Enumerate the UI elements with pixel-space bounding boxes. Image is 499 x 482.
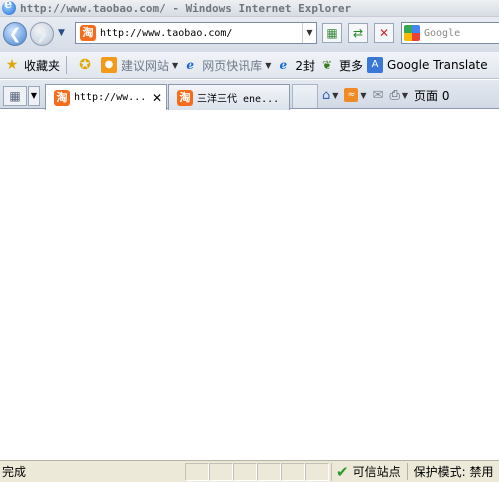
refresh-button[interactable]: ⇄ — [348, 23, 368, 43]
chevron-down-icon: ▼ — [172, 60, 179, 70]
home-button[interactable]: ⌂ ▼ — [322, 88, 338, 103]
command-bar: ⌂ ▼ ≈ ▼ ✉ ⎙ ▼ 页面 0 — [322, 84, 456, 106]
chevron-down-icon: ▼ — [360, 90, 367, 100]
address-dropdown-button[interactable]: ▼ — [302, 23, 316, 43]
tab-taobao[interactable]: 淘 http://ww... ✕ — [45, 84, 167, 110]
favorites-bar: ★ 收藏夹 ✪ ● 建议网站 ▼ e 网页快讯库 ▼ e 2封 ❦ 更多 A G… — [0, 52, 499, 79]
status-pane — [233, 462, 257, 481]
search-placeholder: Google — [424, 27, 461, 39]
status-pane — [305, 462, 329, 481]
window-title: http://www.taobao.com/ - Windows Interne… — [20, 1, 352, 15]
printer-icon: ⎙ — [389, 87, 400, 103]
mail-icon: ✉ — [372, 87, 384, 103]
favorite-item-suggested-sites[interactable]: ● 建议网站 ▼ — [101, 57, 178, 74]
favorite-item-label: Google Translate — [387, 58, 488, 72]
print-button[interactable]: ⎙ ▼ — [389, 88, 408, 103]
leaf-icon: ❦ — [321, 58, 333, 72]
favorites-button[interactable]: ★ 收藏夹 — [4, 57, 60, 74]
status-bar: 完成 ✔ 可信站点 保护模式: 禁用 — [0, 460, 499, 482]
add-favorite-icon: ✪ — [79, 57, 91, 73]
tab-label: http://ww... — [74, 92, 147, 103]
recent-pages-dropdown[interactable]: ▼ — [58, 28, 65, 38]
favorite-item-web-slice-gallery[interactable]: e 网页快讯库 ▼ — [182, 57, 271, 74]
home-icon: ⌂ — [322, 87, 331, 103]
add-to-favorites-button[interactable]: ✪ — [77, 57, 97, 73]
tab-list-dropdown[interactable]: ▼ — [28, 86, 40, 106]
chevron-down-icon: ▼ — [332, 90, 339, 100]
quick-tabs-button[interactable]: ▦ — [3, 86, 27, 106]
tab-label: 三洋三代 ene... — [197, 94, 280, 105]
favorite-item-label: 建议网站 — [121, 58, 170, 73]
read-mail-button[interactable]: ✉ — [373, 88, 384, 103]
tab-sanyo[interactable]: 淘 三洋三代 ene... — [168, 84, 290, 110]
page-menu[interactable]: 页面 0 — [414, 87, 449, 104]
search-input[interactable]: Google — [401, 22, 499, 44]
google-translate-icon: A — [367, 57, 384, 73]
taobao-favicon-icon: 淘 — [177, 89, 193, 106]
checkmark-icon: ✔ — [336, 462, 349, 481]
favorite-item-label: 网页快讯库 — [202, 58, 263, 73]
status-text: 完成 — [2, 465, 27, 479]
tab-bar: ▦ ▼ 淘 http://ww... ✕ 淘 三洋三代 ene... ⌂ ▼ ≈… — [0, 80, 499, 110]
star-icon: ★ — [5, 57, 19, 73]
stop-button[interactable]: ✕ — [374, 23, 394, 43]
favorite-item-label: 2封 — [295, 58, 315, 73]
separator — [66, 56, 68, 74]
taobao-favicon-icon: 淘 — [80, 25, 96, 41]
google-icon — [404, 25, 420, 41]
taobao-favicon-icon: 淘 — [54, 89, 70, 106]
suggested-sites-icon: ● — [101, 57, 118, 73]
new-tab-button[interactable] — [292, 84, 318, 108]
status-pane — [209, 462, 233, 481]
status-pane — [185, 462, 209, 481]
address-toolbar: ❮ ❯ ▼ 淘 http://www.taobao.com/ ▼ ▦ ⇄ ✕ G… — [0, 17, 499, 52]
favorite-item-google-translate[interactable]: A Google Translate — [367, 57, 488, 73]
close-icon[interactable]: ✕ — [152, 91, 162, 105]
favorite-item-mail[interactable]: e 2封 — [275, 57, 315, 74]
address-field[interactable]: 淘 http://www.taobao.com/ ▼ — [75, 22, 317, 44]
feeds-button[interactable]: ≈ ▼ — [344, 88, 367, 102]
protected-mode-label: 保护模式: 禁用 — [406, 463, 493, 480]
favorite-item-label: 更多 — [339, 58, 364, 73]
compatibility-view-button[interactable]: ▦ — [322, 23, 342, 43]
favorite-item-more[interactable]: ❦ 更多 — [319, 57, 363, 74]
status-pane — [281, 462, 305, 481]
chevron-down-icon: ▼ — [401, 90, 409, 100]
ie-icon: e — [186, 58, 194, 72]
page-content-area[interactable] — [0, 110, 499, 460]
title-bar: http://www.taobao.com/ - Windows Interne… — [0, 0, 499, 17]
forward-button[interactable]: ❯ — [30, 22, 54, 46]
zone-label: 可信站点 — [352, 465, 401, 479]
status-pane — [257, 462, 281, 481]
address-url[interactable]: http://www.taobao.com/ — [100, 28, 302, 39]
ie-icon: e — [279, 58, 288, 72]
ie-logo-icon — [2, 0, 16, 15]
back-button[interactable]: ❮ — [3, 22, 27, 46]
rss-icon: ≈ — [344, 88, 359, 102]
chevron-down-icon: ▼ — [265, 60, 272, 70]
security-zone[interactable]: ✔ 可信站点 保护模式: 禁用 — [331, 462, 493, 481]
favorites-label: 收藏夹 — [24, 58, 61, 73]
